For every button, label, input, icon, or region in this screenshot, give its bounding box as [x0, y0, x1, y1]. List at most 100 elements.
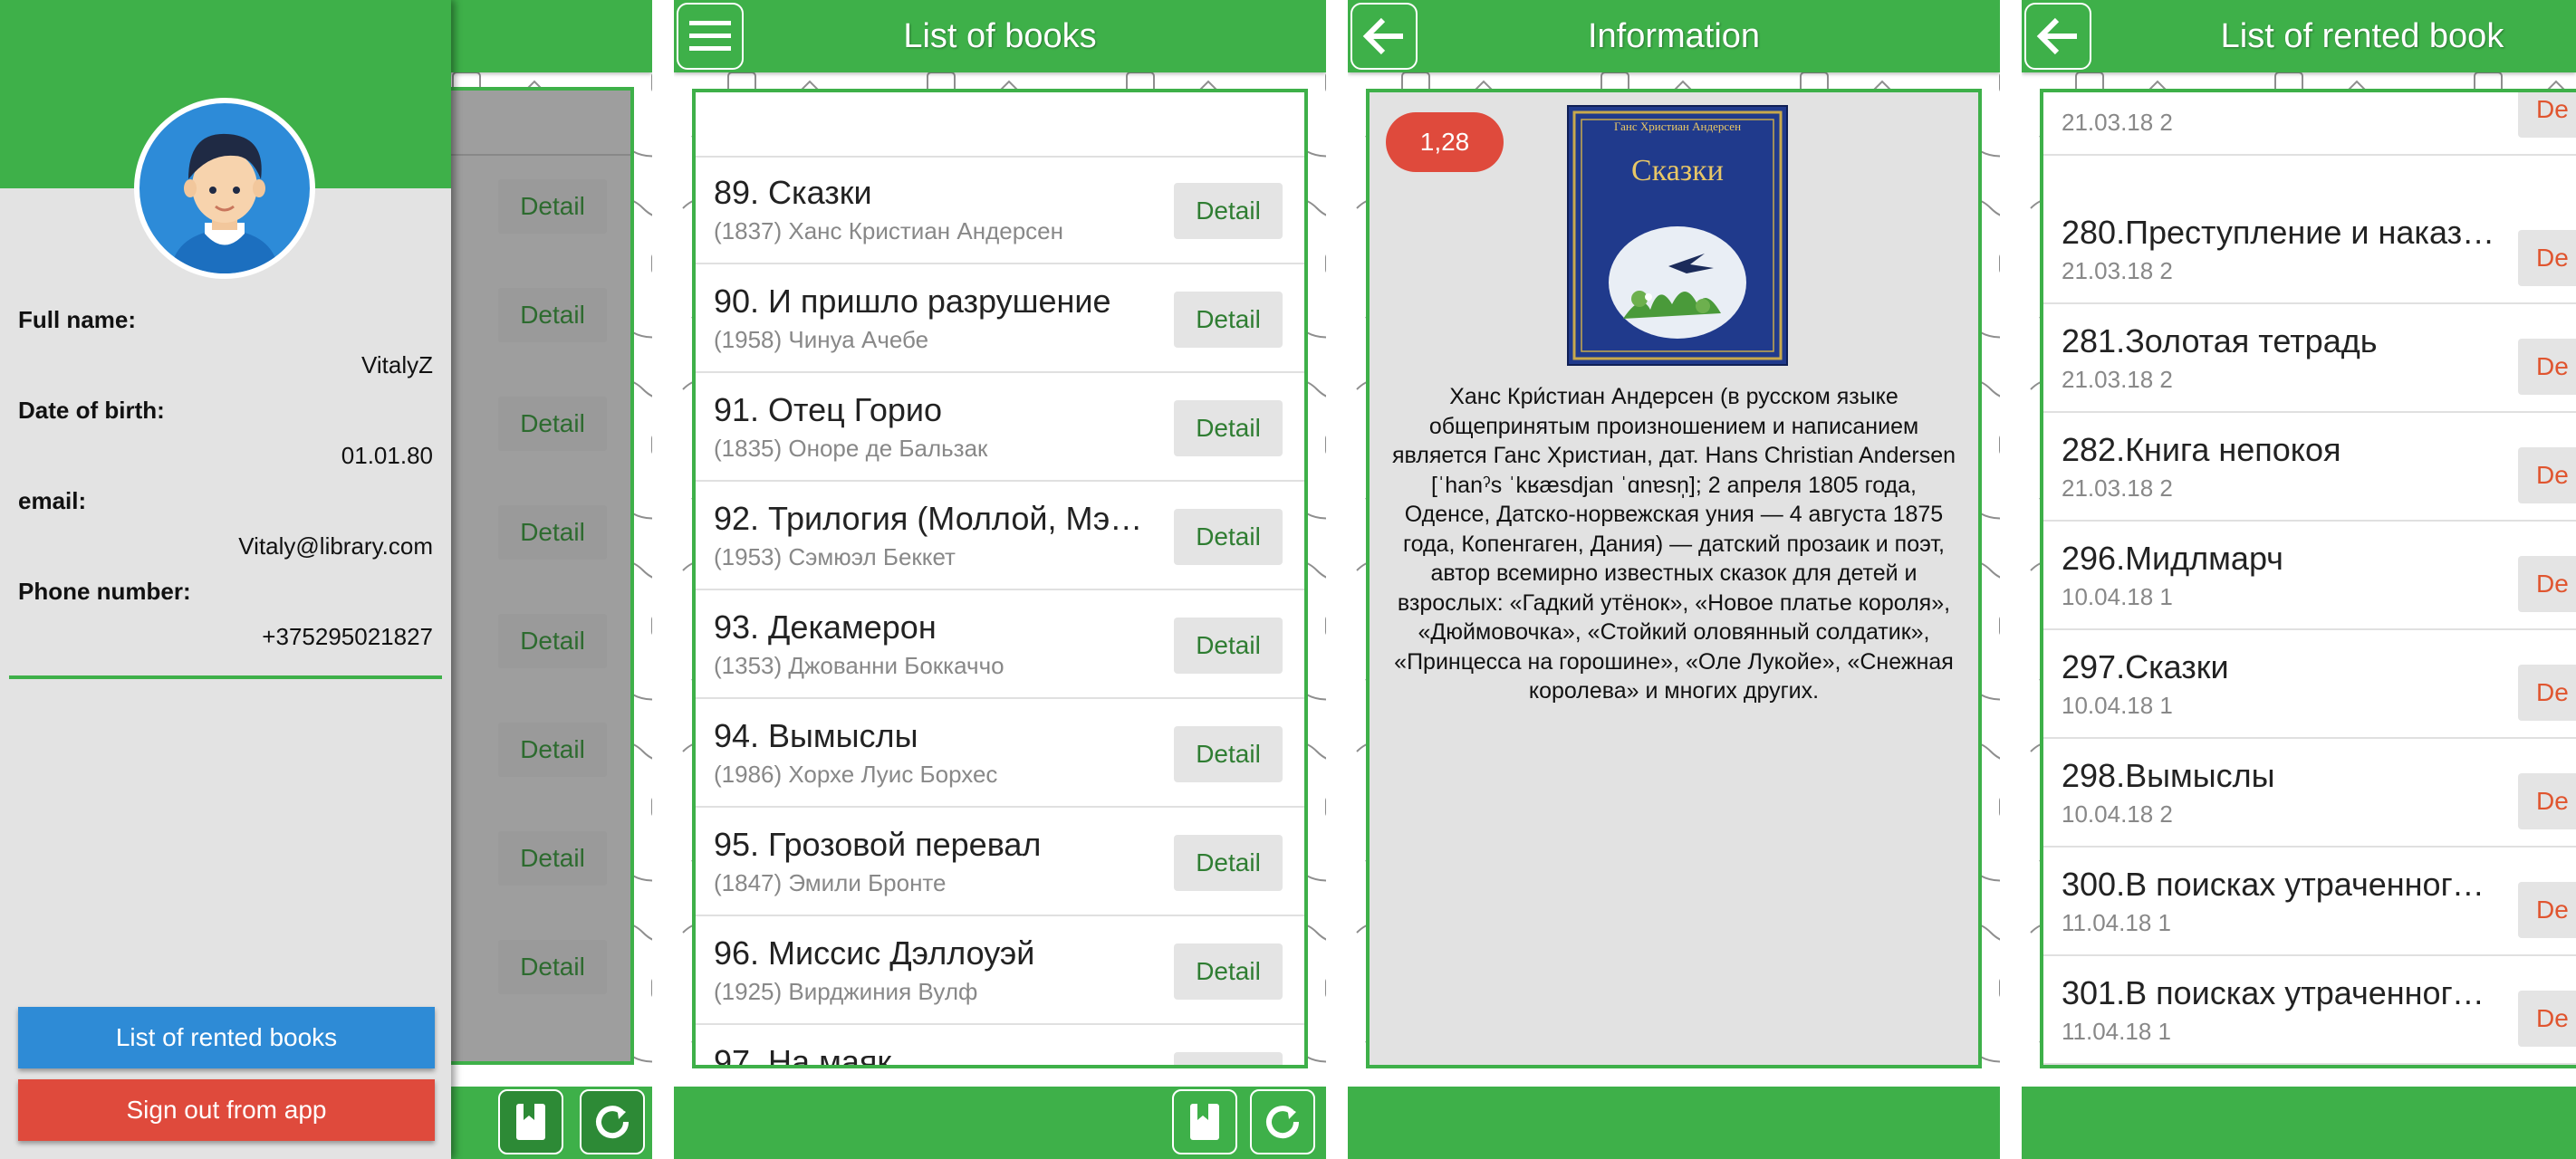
- book-subtitle: (1953) Сэмюэл Беккет: [714, 543, 956, 570]
- full-name-label: Full name:: [18, 306, 137, 333]
- book-title: 97. На маяк: [714, 1043, 892, 1068]
- email-label: email:: [18, 487, 87, 514]
- detail-button[interactable]: Detail: [1174, 943, 1283, 1000]
- rented-title: 282.Книга непокоя: [2062, 431, 2341, 468]
- detail-button[interactable]: Detail: [1174, 509, 1283, 565]
- refresh-icon: [1266, 1106, 1300, 1139]
- book-title: 94. Вымыслы: [714, 717, 918, 754]
- refresh-icon: [596, 1106, 630, 1139]
- detail-button[interactable]: Detail: [1174, 726, 1283, 782]
- rented-bottombar: [2022, 1087, 2576, 1159]
- information-card: 1,28 Ганс Христиан Андерсен Сказки Ханс …: [1366, 89, 1982, 1068]
- books-list[interactable]: 89. Сказки (1837) Ханс Кристиан Андерсен…: [692, 89, 1308, 1068]
- book-cover: Ганс Христиан Андерсен Сказки: [1567, 105, 1788, 366]
- underlying-detail-button: Detail: [498, 831, 607, 886]
- profile-screen: Detail Detail Detail Detail Detail Detai…: [0, 0, 652, 1159]
- refresh-button: [580, 1089, 645, 1154]
- book-subtitle: (1837) Ханс Кристиан Андерсен: [714, 217, 1063, 244]
- information-topbar: Information: [1348, 0, 2000, 72]
- detail-button[interactable]: De: [2518, 92, 2576, 138]
- detail-button[interactable]: De: [2518, 447, 2576, 503]
- rented-row[interactable]: 280.Преступление и наказ… 21.03.18 2 De: [2043, 196, 2576, 304]
- book-row[interactable]: 89. Сказки (1837) Ханс Кристиан Андерсен…: [696, 156, 1304, 264]
- detail-button[interactable]: De: [2518, 665, 2576, 721]
- book-title: 90. И пришло разрушение: [714, 283, 1111, 320]
- book-row[interactable]: 95. Грозовой перевал (1847) Эмили Бронте…: [696, 808, 1304, 916]
- rented-row-partial[interactable]: 21.03.18 2 De: [2043, 92, 2576, 156]
- detail-button[interactable]: De: [2518, 773, 2576, 829]
- rented-row[interactable]: 282.Книга непокоя 21.03.18 2 De: [2043, 413, 2576, 522]
- cover-art-image: [1572, 110, 1783, 360]
- rented-row[interactable]: 300.В поисках утраченного… 11.04.18 1 De: [2043, 848, 2576, 956]
- book-description: Ханс Кри́стиан Андерсен (в русском языке…: [1392, 384, 1956, 704]
- cover-author: Ганс Христиан Андерсен: [1613, 120, 1742, 133]
- rented-row[interactable]: 301.В поисках утраченного… 11.04.18 1 De: [2043, 956, 2576, 1065]
- book-row[interactable]: 94. Вымыслы (1986) Хорхе Луис Борхес Det…: [696, 699, 1304, 808]
- book-button[interactable]: [1172, 1089, 1237, 1154]
- detail-button[interactable]: De: [2518, 230, 2576, 286]
- back-button[interactable]: [2024, 3, 2091, 70]
- underlying-detail-button: Detail: [498, 614, 607, 668]
- rating-badge: 1,28: [1386, 112, 1504, 172]
- underlying-detail-button: Detail: [498, 397, 607, 451]
- refresh-button[interactable]: [1250, 1089, 1315, 1154]
- book-title: 92. Трилогия (Моллой, Мэ…: [714, 500, 1143, 537]
- page-title: List of rented book: [2220, 17, 2504, 55]
- rented-title: 300.В поисках утраченного…: [2062, 866, 2496, 903]
- book-title: 91. Отец Горио: [714, 391, 943, 428]
- detail-button[interactable]: Detail: [1174, 618, 1283, 674]
- book-title: 95. Грозовой перевал: [714, 826, 1042, 863]
- underlying-detail-button: Detail: [498, 505, 607, 560]
- rented-date: 21.03.18 2: [2062, 109, 2173, 136]
- detail-button[interactable]: Detail: [1174, 400, 1283, 456]
- book-row[interactable]: 92. Трилогия (Моллой, Мэ… (1953) Сэмюэл …: [696, 482, 1304, 590]
- rented-date: 21.03.18 2: [2062, 474, 2173, 502]
- page-title: Information: [1587, 17, 1761, 55]
- rented-row[interactable]: 296.Мидлмарч 10.04.18 1 De: [2043, 522, 2576, 630]
- book-title: 96. Миссис Дэллоуэй: [714, 934, 1035, 972]
- book-row[interactable]: 91. Отец Горио (1835) Оноре де Бальзак D…: [696, 373, 1304, 482]
- rented-title: 298.Вымыслы: [2062, 757, 2275, 794]
- book-row[interactable]: 97. На маяк: [696, 1025, 1304, 1068]
- book-subtitle: (1958) Чинуа Ачебе: [714, 326, 929, 353]
- book-title: 93. Декамерон: [714, 608, 937, 646]
- book-row[interactable]: 93. Декамерон (1353) Джованни Боккаччо D…: [696, 590, 1304, 699]
- book-row[interactable]: 90. И пришло разрушение (1958) Чинуа Аче…: [696, 264, 1304, 373]
- full-name-value: VitalyZ: [361, 351, 433, 378]
- rented-date: 10.04.18 1: [2062, 583, 2173, 610]
- book-row[interactable]: 96. Миссис Дэллоуэй (1925) Вирджиния Вул…: [696, 916, 1304, 1025]
- detail-button[interactable]: Detail: [1174, 292, 1283, 348]
- rented-list[interactable]: 21.03.18 2 De 280.Преступление и наказ… …: [2040, 89, 2576, 1068]
- rented-books-screen: List of rented book 21.03.18 2 De 280.Пр…: [2022, 0, 2576, 1159]
- rented-date: 21.03.18 2: [2062, 257, 2173, 284]
- user-avatar-icon: [136, 100, 313, 277]
- rented-date: 21.03.18 2: [2062, 366, 2173, 393]
- detail-button[interactable]: De: [2518, 882, 2576, 938]
- detail-button[interactable]: Detail: [1174, 183, 1283, 239]
- rented-row[interactable]: 297.Сказки 10.04.18 1 De: [2043, 630, 2576, 739]
- underlying-detail-button: Detail: [498, 723, 607, 777]
- back-arrow-icon: [2036, 17, 2077, 55]
- detail-button[interactable]: De: [2518, 991, 2576, 1047]
- sign-out-button[interactable]: Sign out from app: [18, 1079, 435, 1141]
- books-screen: List of books 89. Сказки (1837) Ханс Кри…: [674, 0, 1326, 1159]
- books-topbar: List of books: [674, 0, 1326, 72]
- underlying-row: [429, 154, 630, 156]
- rented-topbar: List of rented book: [2022, 0, 2576, 72]
- navigation-drawer: Full name: VitalyZ Date of birth: 01.01.…: [0, 0, 451, 1159]
- book-subtitle: (1353) Джованни Боккаччо: [714, 652, 1004, 679]
- rented-books-button[interactable]: List of rented books: [18, 1007, 435, 1068]
- rented-row[interactable]: 281.Золотая тетрадь 21.03.18 2 De: [2043, 304, 2576, 413]
- books-bottombar: [674, 1087, 1326, 1159]
- detail-button[interactable]: De: [2518, 556, 2576, 612]
- rented-title: 297.Сказки: [2062, 648, 2229, 685]
- rented-row[interactable]: 298.Вымыслы 10.04.18 2 De: [2043, 739, 2576, 848]
- detail-button[interactable]: Detail: [1174, 835, 1283, 891]
- bookmark-icon: [1190, 1104, 1219, 1140]
- detail-button[interactable]: [1174, 1052, 1283, 1065]
- phone-label: Phone number:: [18, 578, 191, 605]
- divider: [9, 675, 442, 679]
- detail-button[interactable]: De: [2518, 339, 2576, 395]
- book-subtitle: (1835) Оноре де Бальзак: [714, 435, 988, 462]
- underlying-detail-button: Detail: [498, 940, 607, 994]
